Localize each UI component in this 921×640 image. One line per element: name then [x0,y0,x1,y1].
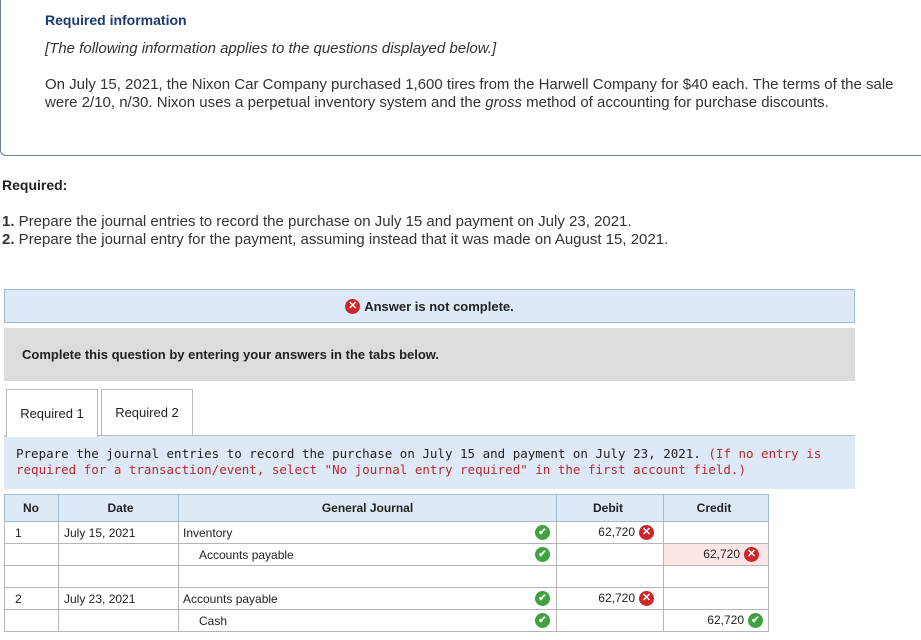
info-title: Required information [45,12,187,28]
answer-status-text: Answer is not complete. [364,298,514,314]
table-row: Accounts payable ✔ 62,720 ✕ [4,543,769,566]
debit-field[interactable]: 62,720 [598,591,635,605]
required-heading: Required: [2,177,68,193]
table-row: 2 July 23, 2021 Accounts payable ✔ 62,720… [4,587,769,610]
account-cell: Cash ✔ [178,609,557,632]
error-x-icon: ✕ [639,525,654,541]
correct-check-icon: ✔ [748,613,763,629]
account-field[interactable] [178,565,557,588]
account-field[interactable]: Inventory [183,526,232,540]
debit-field[interactable] [556,543,664,566]
account-field[interactable]: Accounts payable [183,592,278,606]
credit-field[interactable] [663,587,769,610]
correct-check-icon: ✔ [535,591,550,606]
correct-check-icon: ✔ [535,525,550,540]
table-row: Cash ✔ 62,720 ✔ [4,609,769,632]
header-debit: Debit [556,494,664,522]
entry-no [4,609,59,632]
debit-cell: 62,720 ✕ [556,521,664,544]
required-item-1: 1. Prepare the journal entries to record… [2,213,632,230]
debit-field[interactable]: 62,720 [598,525,635,539]
account-field[interactable]: Accounts payable [199,548,294,562]
debit-field[interactable] [556,565,664,588]
date-field[interactable] [58,609,179,632]
required-item-2: 2. Prepare the journal entry for the pay… [2,231,669,248]
entry-no: 1 [4,521,59,544]
error-x-icon: ✕ [345,298,361,314]
date-field[interactable] [58,543,179,566]
error-x-icon: ✕ [639,591,654,607]
required-list: 1. Prepare the journal entries to record… [2,213,668,249]
entry-no [4,565,59,588]
table-row: 1 July 15, 2021 Inventory ✔ 62,720 ✕ [4,521,769,544]
correct-check-icon: ✔ [535,547,550,562]
instruction-bar: Complete this question by entering your … [4,328,855,381]
credit-cell: 62,720 ✕ [663,543,769,566]
credit-cell: 62,720 ✔ [663,609,769,632]
credit-field[interactable]: 62,720 [707,613,744,627]
header-date: Date [58,494,179,522]
tab-required-2[interactable]: Required 2 [101,389,193,435]
tab-required-1[interactable]: Required 1 [6,389,98,437]
account-cell: Inventory ✔ [178,521,557,544]
credit-field[interactable] [663,521,769,544]
general-journal-table: No Date General Journal Debit Credit 1 J… [4,494,769,632]
header-general-journal: General Journal [178,494,557,522]
account-field[interactable]: Cash [199,614,227,628]
info-body: On July 15, 2021, the Nixon Car Company … [45,76,894,111]
correct-check-icon: ✔ [535,613,550,628]
credit-field[interactable] [663,565,769,588]
date-field[interactable]: July 15, 2021 [58,521,179,544]
table-row [4,565,769,588]
debit-cell: 62,720 ✕ [556,587,664,610]
header-credit: Credit [663,494,769,522]
credit-field[interactable]: 62,720 [703,547,740,561]
info-box: Required information [The following info… [0,0,921,156]
debit-field[interactable] [556,609,664,632]
account-cell: Accounts payable ✔ [178,587,557,610]
answer-status-bar: ✕ Answer is not complete. [4,289,855,323]
date-field[interactable] [58,565,179,588]
question-prompt: Prepare the journal entries to record th… [4,436,855,489]
header-no: No [4,494,59,522]
info-note: [The following information applies to th… [45,40,497,57]
account-cell: Accounts payable ✔ [178,543,557,566]
date-field[interactable]: July 23, 2021 [58,587,179,610]
error-x-icon: ✕ [744,547,759,563]
entry-no [4,543,59,566]
entry-no: 2 [4,587,59,610]
